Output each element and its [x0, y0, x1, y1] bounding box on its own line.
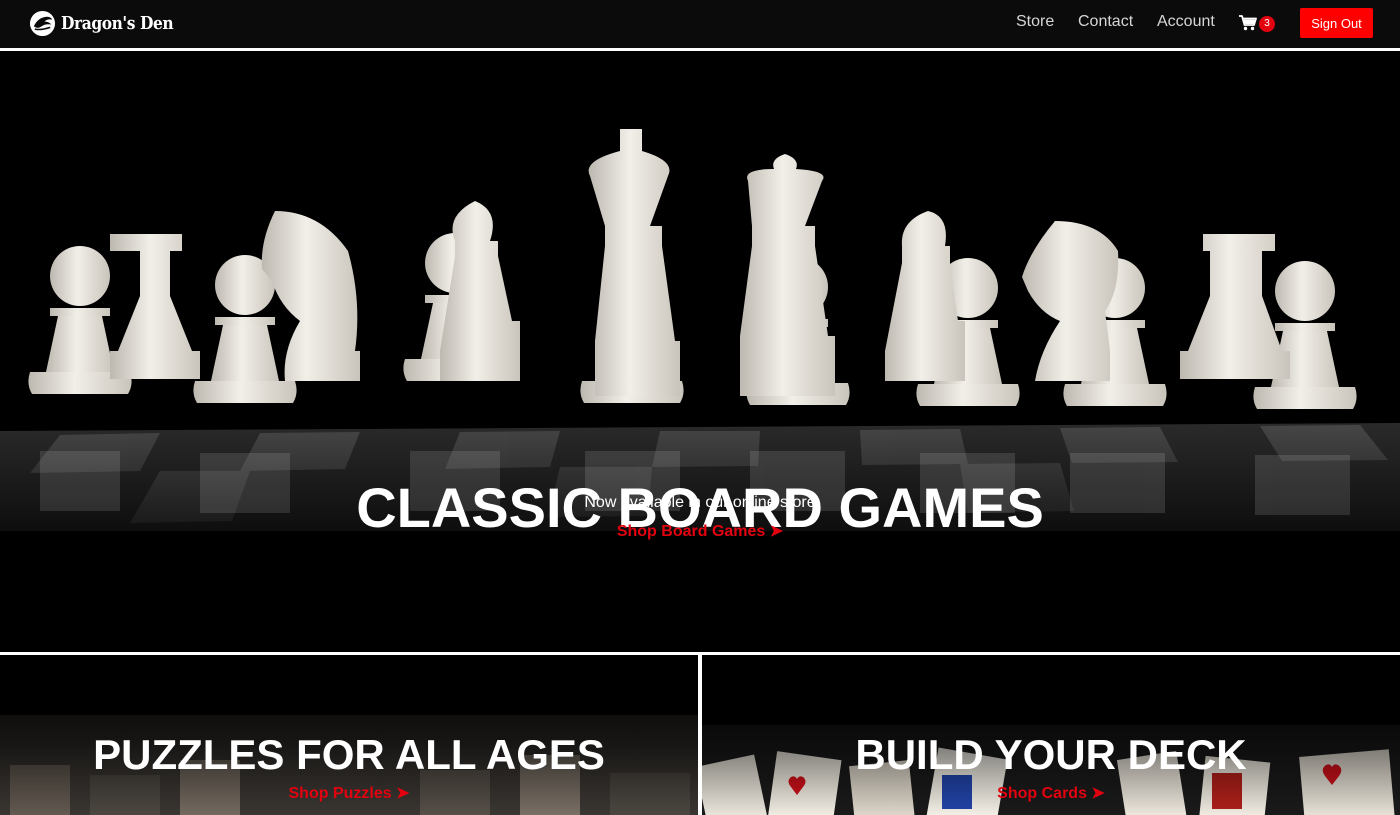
- shop-board-games-link[interactable]: Shop Board Games ➤: [0, 521, 1400, 541]
- brand-name: Dragon's Den: [61, 12, 174, 34]
- puzzles-title: PUZZLES FOR ALL AGES: [93, 731, 605, 778]
- navbar: Dragon's Den Store Contact Account 3 Sig…: [0, 0, 1400, 48]
- puzzles-panel: PUZZLES FOR ALL AGES Shop Puzzles ➤: [0, 655, 698, 815]
- brand-link[interactable]: Dragon's Den: [29, 8, 192, 38]
- hero-subtitle: Now available in our online store: [584, 494, 816, 511]
- nav-link-account[interactable]: Account: [1157, 13, 1215, 31]
- dragon-logo-icon: [29, 10, 56, 36]
- shop-cards-link[interactable]: Shop Cards ➤: [702, 783, 1400, 803]
- sign-out-button[interactable]: Sign Out: [1300, 8, 1373, 38]
- cart-count-badge: 3: [1259, 16, 1275, 32]
- hero-banner: CLASSIC BOARD GAMES Now available in our…: [0, 51, 1400, 652]
- cards-panel: BUILD YOUR DECK Shop Cards ➤: [702, 655, 1400, 815]
- cards-title: BUILD YOUR DECK: [855, 731, 1247, 778]
- nav-link-contact[interactable]: Contact: [1078, 13, 1133, 31]
- cart-button[interactable]: 3: [1239, 14, 1279, 34]
- shopping-cart-icon: [1239, 15, 1257, 31]
- nav-link-store[interactable]: Store: [1016, 13, 1054, 31]
- shop-puzzles-link[interactable]: Shop Puzzles ➤: [0, 783, 698, 803]
- chess-pieces-image: [0, 129, 1400, 652]
